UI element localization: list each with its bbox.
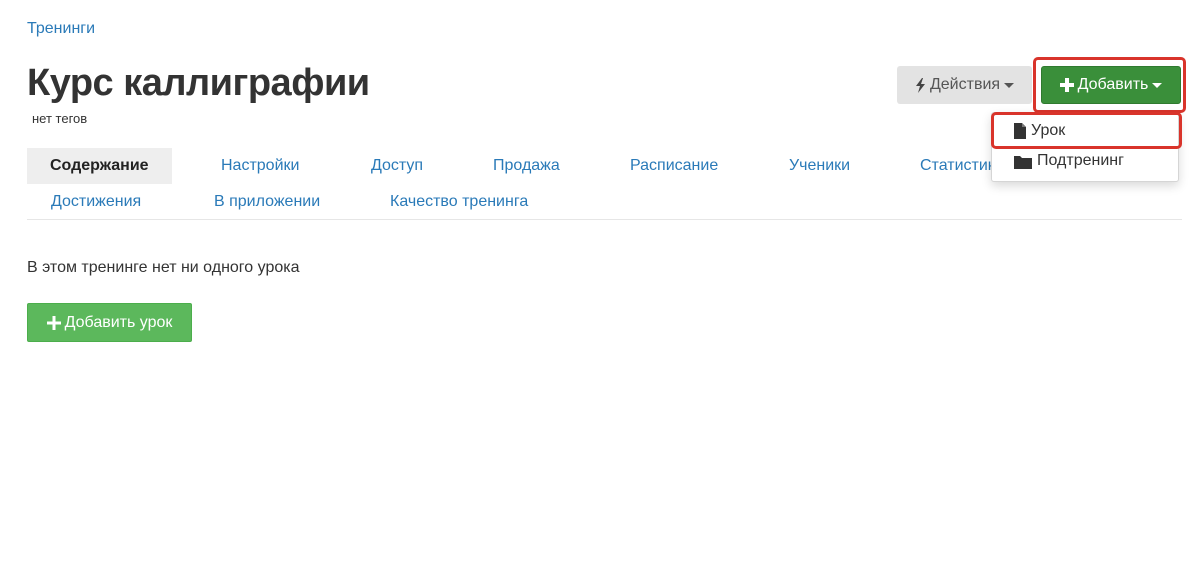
breadcrumb-trainings[interactable]: Тренинги — [27, 20, 95, 38]
tab-sales[interactable]: Продажа — [493, 148, 560, 184]
tab-content[interactable]: Содержание — [27, 148, 172, 184]
folder-icon — [1014, 154, 1032, 169]
empty-lessons-message: В этом тренинге нет ни одного урока — [27, 259, 300, 276]
tab-in-app[interactable]: В приложении — [214, 184, 320, 220]
tab-training-quality[interactable]: Качество тренинга — [390, 184, 528, 220]
tab-achievements[interactable]: Достижения — [51, 184, 141, 220]
tags-note: нет тегов — [32, 111, 88, 126]
add-lesson-button[interactable]: Добавить урок — [27, 303, 192, 342]
add-button-label: Добавить — [1077, 76, 1149, 93]
chevron-down-icon — [1152, 82, 1163, 88]
add-button[interactable]: Добавить — [1041, 66, 1181, 104]
tabs-divider — [27, 219, 1182, 220]
menu-item-subtraining[interactable]: Подтренинг — [992, 146, 1178, 176]
chevron-down-icon — [1004, 82, 1015, 88]
tab-schedule[interactable]: Расписание — [630, 148, 718, 184]
bolt-icon — [915, 77, 926, 93]
plus-icon — [1059, 78, 1074, 92]
actions-button-label: Действия — [929, 76, 1001, 93]
actions-button[interactable]: Действия — [897, 66, 1032, 104]
menu-item-lesson-highlight — [991, 112, 1182, 149]
tab-access[interactable]: Доступ — [371, 148, 423, 184]
add-lesson-button-label: Добавить урок — [64, 313, 173, 331]
page-title: Курс каллиграфии — [27, 62, 370, 104]
menu-item-subtraining-label: Подтренинг — [1037, 152, 1124, 169]
tab-students[interactable]: Ученики — [789, 148, 850, 184]
tab-settings[interactable]: Настройки — [221, 148, 299, 184]
plus-icon — [46, 315, 61, 330]
